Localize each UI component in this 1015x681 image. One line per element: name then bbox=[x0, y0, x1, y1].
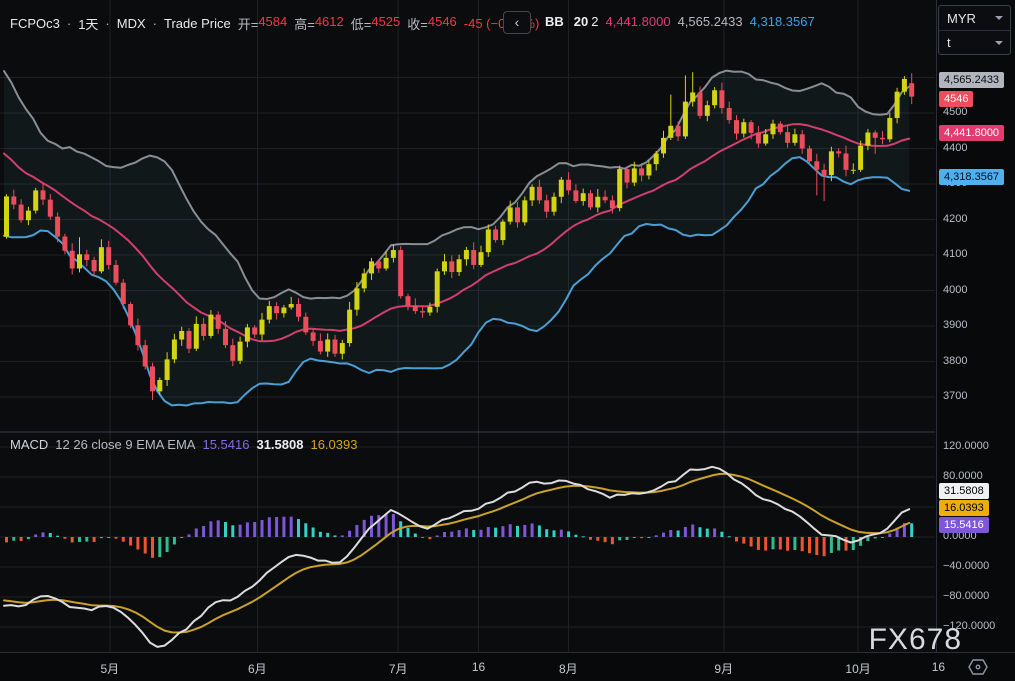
chevron-down-icon bbox=[995, 16, 1003, 20]
price-tick-label: 4200 bbox=[943, 212, 968, 225]
low-value: 低= 4525 bbox=[350, 14, 401, 32]
time-tick-label: 9月 bbox=[714, 662, 734, 676]
bb-basis-value: 4,441.8000 bbox=[605, 14, 671, 29]
signal-value-badge: 16.0393 bbox=[939, 500, 989, 516]
open-value: 开= 4584 bbox=[237, 14, 288, 32]
price-tick-label: 4400 bbox=[943, 141, 968, 154]
macd-tick-label: −80.0000 bbox=[943, 590, 990, 602]
price-axis[interactable]: 450044004300420041004000390038003700120.… bbox=[936, 0, 1015, 652]
macd-line-value: 31.5808 bbox=[256, 437, 304, 452]
macd-params: 12 26 close 9 EMA EMA bbox=[55, 437, 196, 452]
symbol-name[interactable]: FCPOc3 bbox=[10, 16, 60, 31]
bb-basis-value-badge: 4,441.8000 bbox=[939, 125, 1005, 141]
price-tick-label: 4100 bbox=[943, 248, 968, 260]
time-tick-label: 8月 bbox=[558, 662, 578, 676]
time-tick-label: 5月 bbox=[100, 662, 120, 676]
interval-label[interactable]: 1天 bbox=[78, 14, 98, 33]
macd-tick-label: 120.0000 bbox=[943, 440, 989, 452]
macd-tick-label: −40.0000 bbox=[943, 560, 990, 572]
macd-tick-label: 80.0000 bbox=[943, 470, 983, 482]
bb-stdev: 2 bbox=[591, 14, 599, 29]
price-pane[interactable] bbox=[0, 0, 935, 432]
symbol-legend: FCPOc3 · 1天 · MDX · Trade Price 开= 4584 高… bbox=[10, 14, 540, 33]
bollinger-legend[interactable]: BB 20 2 4,441.8000 4,565.2433 4,318.3567 bbox=[545, 14, 815, 29]
high-value: 高= 4612 bbox=[294, 14, 344, 32]
bb-lower-value: 4,318.3567 bbox=[749, 14, 815, 29]
currency-select[interactable]: MYR bbox=[939, 6, 1010, 30]
macd-legend[interactable]: MACD 12 26 close 9 EMA EMA 15.5416 31.58… bbox=[10, 437, 357, 452]
price-tick-label: 3900 bbox=[943, 319, 968, 331]
bb-period: 20 bbox=[573, 14, 589, 29]
last-price-badge: 4546 bbox=[939, 91, 974, 107]
bb-upper-value-badge: 4,565.2433 bbox=[939, 72, 1005, 88]
hist-value-badge: 15.5416 bbox=[939, 517, 989, 533]
time-tick-label: 7月 bbox=[388, 662, 408, 676]
fx678-watermark: FX678 bbox=[868, 623, 962, 656]
scale-settings-box: MYR t bbox=[938, 5, 1011, 55]
close-value: 收= 4546 bbox=[407, 14, 457, 32]
time-tick-label: 16 bbox=[471, 660, 486, 674]
price-tick-label: 4500 bbox=[943, 106, 968, 118]
bb-title: BB bbox=[545, 14, 564, 29]
trading-chart-app: FCPOc3 · 1天 · MDX · Trade Price 开= 4584 高… bbox=[0, 0, 1015, 681]
time-tick-label: 16 bbox=[931, 660, 946, 674]
unit-select[interactable]: t bbox=[939, 30, 1010, 54]
time-axis[interactable]: 5月 6月 7月 16 8月 9月 10月 16 bbox=[0, 652, 1015, 681]
timezone-settings-icon[interactable] bbox=[966, 657, 990, 677]
bb-upper-value: 4,565.2433 bbox=[677, 14, 743, 29]
exchange-label: MDX bbox=[116, 16, 146, 31]
macd-pane[interactable] bbox=[0, 432, 935, 652]
macd-value-badge: 31.5808 bbox=[939, 483, 989, 499]
price-tick-label: 4000 bbox=[943, 283, 968, 296]
time-tick-label: 10月 bbox=[845, 662, 871, 676]
price-tick-label: 3700 bbox=[943, 390, 968, 402]
chevron-left-icon: ‹ bbox=[514, 14, 520, 30]
price-tick-label: 3800 bbox=[943, 354, 968, 367]
chevron-down-icon bbox=[995, 41, 1003, 45]
bb-lower-value-badge: 4,318.3567 bbox=[939, 169, 1005, 185]
legend-collapse-button[interactable]: ‹ bbox=[503, 11, 531, 34]
series-type-label: Trade Price bbox=[164, 16, 231, 31]
time-tick-label: 6月 bbox=[247, 662, 267, 676]
macd-signal-value: 16.0393 bbox=[310, 437, 358, 452]
macd-hist-value: 15.5416 bbox=[202, 437, 250, 452]
macd-title: MACD bbox=[10, 437, 49, 452]
